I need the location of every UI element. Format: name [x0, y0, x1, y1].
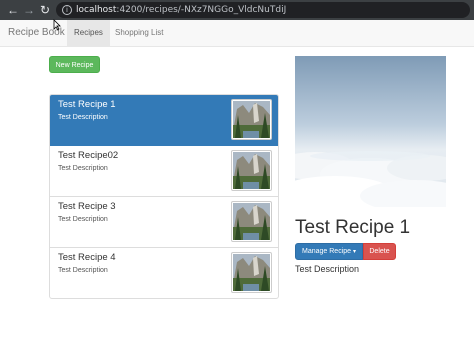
back-arrow-icon[interactable]: ←: [6, 3, 20, 17]
landscape-thumbnail-image: [233, 101, 270, 138]
landscape-thumbnail-image: [233, 254, 270, 291]
recipe-list-item[interactable]: Test Recipe 3 Test Description: [50, 197, 278, 248]
delete-button[interactable]: Delete: [363, 243, 396, 260]
recipe-item-name: Test Recipe 4: [58, 252, 116, 263]
recipe-list-item[interactable]: Test Recipe 4 Test Description: [50, 248, 278, 298]
recipe-thumbnail: [231, 252, 272, 293]
new-recipe-button[interactable]: New Recipe: [49, 56, 100, 73]
recipe-thumbnail: [231, 99, 272, 140]
recipe-item-description: Test Description: [58, 267, 108, 274]
recipe-detail-description: Test Description: [295, 264, 360, 274]
recipe-list-item[interactable]: Test Recipe 1 Test Description: [50, 95, 278, 146]
sky-clouds-image: [295, 56, 446, 207]
manage-recipe-label: Manage Recipe: [302, 248, 352, 255]
mouse-pointer-icon: [53, 19, 61, 31]
recipe-thumbnail: [231, 150, 272, 191]
recipe-item-name: Test Recipe02: [58, 150, 119, 161]
url-text: localhost:4200/recipes/-NXz7NGGo_VldcNuT…: [76, 4, 286, 16]
recipe-item-description: Test Description: [58, 216, 108, 223]
app-navbar: Recipe Book Recipes Shopping List: [0, 20, 474, 47]
tab-recipes[interactable]: Recipes: [67, 20, 110, 46]
recipe-thumbnail: [231, 201, 272, 242]
recipe-item-description: Test Description: [58, 114, 108, 121]
tab-shopping-list[interactable]: Shopping List: [108, 20, 170, 46]
reload-icon[interactable]: ↻: [38, 3, 52, 17]
recipe-item-name: Test Recipe 1: [58, 99, 116, 110]
url-path: :4200/recipes/-NXz7NGGo_VldcNuTdiJ: [116, 5, 287, 15]
forward-arrow-icon[interactable]: →: [22, 3, 36, 17]
browser-toolbar: ← → ↻ i localhost:4200/recipes/-NXz7NGGo…: [0, 0, 474, 20]
recipe-item-description: Test Description: [58, 165, 108, 172]
info-icon[interactable]: i: [62, 5, 72, 15]
url-host: localhost: [76, 5, 117, 15]
landscape-thumbnail-image: [233, 203, 270, 240]
address-bar[interactable]: i localhost:4200/recipes/-NXz7NGGo_VldcN…: [56, 2, 470, 18]
recipe-item-name: Test Recipe 3: [58, 201, 116, 212]
chevron-down-icon: ▾: [352, 249, 356, 255]
recipe-detail-image: [295, 56, 446, 207]
landscape-thumbnail-image: [233, 152, 270, 189]
manage-recipe-button[interactable]: Manage Recipe ▾: [295, 243, 363, 260]
recipe-list-item[interactable]: Test Recipe02 Test Description: [50, 146, 278, 197]
recipe-detail-title: Test Recipe 1: [295, 217, 411, 238]
recipe-list: Test Recipe 1 Test Description Test Reci…: [49, 94, 279, 299]
